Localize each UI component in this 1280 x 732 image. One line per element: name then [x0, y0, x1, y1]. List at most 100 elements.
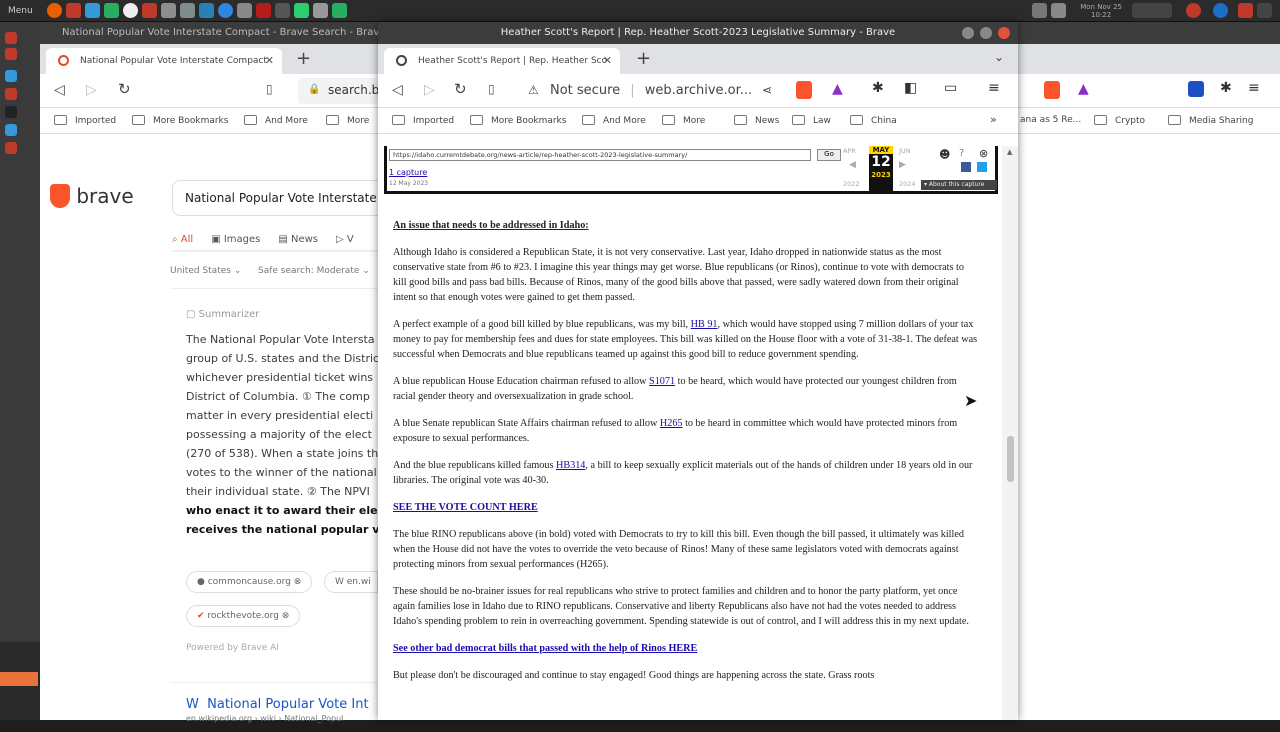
menu-icon[interactable]: ≡ [1248, 80, 1260, 96]
filter-all[interactable]: ⌕ All [172, 234, 193, 245]
address-bar[interactable]: 🔒 search.b [298, 78, 379, 104]
bookmark-folder[interactable]: More Bookmarks [470, 115, 566, 126]
result-title[interactable]: W National Popular Vote Int [170, 683, 378, 712]
captures-link[interactable]: 1 capture [389, 168, 427, 177]
wayback-go-button[interactable]: Go [817, 149, 841, 161]
app-icon[interactable] [160, 3, 176, 18]
minimize-button[interactable] [962, 27, 974, 39]
search-result[interactable]: W National Popular Vote Int en.wikipedia… [170, 682, 378, 732]
bookmark-folder[interactable]: Imported [392, 115, 454, 126]
settings-icon[interactable] [103, 3, 119, 18]
spreadsheet-icon[interactable] [293, 3, 309, 18]
page-scrollbar[interactable]: ▲ [1002, 146, 1018, 720]
bookmark-folder[interactable]: And More [582, 115, 646, 126]
dock-app-icon[interactable] [5, 70, 17, 82]
close-tab-icon[interactable]: ✕ [265, 54, 274, 67]
bookmark-icon[interactable]: ▯ [488, 82, 495, 96]
month-next[interactable]: JUN [899, 147, 911, 155]
firefox-icon[interactable] [46, 3, 62, 18]
user-icon[interactable]: ☻ [939, 148, 950, 161]
prev-capture-icon[interactable]: ◀ [849, 160, 856, 170]
app-icon[interactable] [1238, 3, 1253, 18]
bookmark-folder[interactable]: Media Sharing [1168, 115, 1253, 126]
maximize-button[interactable] [980, 27, 992, 39]
dock-app-icon[interactable] [5, 124, 17, 136]
forward-icon[interactable]: ▷ [424, 82, 435, 98]
extensions-icon[interactable]: ✱ [872, 80, 884, 96]
about-capture-button[interactable]: ▾ About this capture [921, 180, 997, 190]
tab-search[interactable]: National Popular Vote Interstate Compact… [46, 48, 282, 74]
tray-icon[interactable] [1032, 3, 1048, 18]
vote-count-link[interactable]: SEE THE VOTE COUNT HERE [393, 502, 538, 513]
new-tab-icon[interactable]: + [296, 48, 311, 69]
brave-shield-icon[interactable] [796, 81, 812, 99]
menu-icon[interactable]: ≡ [988, 80, 1000, 96]
new-tab-icon[interactable]: + [636, 48, 651, 69]
year-prev[interactable]: 2022 [843, 180, 860, 188]
help-icon[interactable]: ? [959, 148, 964, 159]
back-icon[interactable]: ◁ [392, 82, 403, 98]
region-select[interactable]: United States ⌄ [170, 266, 241, 276]
dock-app-icon[interactable] [5, 106, 17, 118]
year-next[interactable]: 2024 [899, 180, 916, 188]
files-icon[interactable] [84, 3, 100, 18]
bookmark-folder[interactable]: And More [244, 115, 308, 126]
github-icon[interactable] [122, 3, 138, 18]
app-icon[interactable] [274, 3, 290, 18]
more-bookmarks-icon[interactable]: » [990, 113, 997, 126]
rewards-icon[interactable]: ▲ [1078, 81, 1089, 97]
bill-link-s1071[interactable]: S1071 [649, 376, 675, 387]
wallet-icon[interactable]: ▭ [944, 80, 957, 96]
bookmark-item[interactable]: ana as 5 Re... [1020, 115, 1081, 125]
scrollbar-thumb[interactable] [1007, 436, 1014, 482]
bookmark-folder[interactable]: Crypto [1094, 115, 1145, 126]
app-icon[interactable] [312, 3, 328, 18]
next-capture-icon[interactable]: ▶ [899, 160, 906, 170]
close-tab-icon[interactable]: ✕ [603, 54, 612, 67]
volume-icon[interactable] [1051, 3, 1067, 18]
bookmark-folder[interactable]: China [850, 115, 897, 126]
bookmark-folder[interactable]: News [734, 115, 779, 126]
brave-shield-icon[interactable] [1044, 81, 1060, 99]
dock-workspaces[interactable] [0, 642, 40, 720]
bookmark-folder[interactable]: Law [792, 115, 831, 126]
close-window-button[interactable] [998, 27, 1010, 39]
reload-icon[interactable]: ↻ [454, 80, 467, 98]
tools-icon[interactable] [179, 3, 195, 18]
source-chip[interactable]: ● commoncause.org ⊗ [186, 571, 313, 593]
scroll-up-icon[interactable]: ▲ [1007, 148, 1012, 156]
dock-app-icon[interactable] [5, 88, 17, 100]
share-icon[interactable]: ⋖ [762, 83, 772, 97]
hp-icon[interactable] [1213, 3, 1228, 18]
dock-app-icon[interactable] [5, 48, 17, 60]
month-prev[interactable]: APR [843, 147, 856, 155]
tray-icon[interactable] [1132, 3, 1172, 18]
twitter-icon[interactable] [977, 162, 987, 172]
help-icon[interactable] [217, 3, 233, 18]
filter-news[interactable]: ▤ News [278, 234, 318, 245]
extensions-icon[interactable]: ✱ [1220, 80, 1232, 96]
bad-bills-link[interactable]: See other bad democrat bills that passed… [393, 643, 697, 654]
search-input[interactable]: National Popular Vote Interstate Co [172, 180, 378, 216]
bookmark-folder[interactable]: More [662, 115, 705, 126]
wayback-url-input[interactable]: https://idaho.curremtdebate.org/news-art… [389, 149, 811, 161]
clock[interactable]: Mon Nov 25 10:22 [1080, 3, 1122, 19]
filter-images[interactable]: ▣ Images [211, 234, 260, 245]
dock-app-icon[interactable] [5, 142, 17, 154]
bookmark-folder[interactable]: More [326, 115, 369, 126]
close-toolbar-icon[interactable]: ⊗ [979, 147, 988, 160]
app-icon[interactable] [1257, 3, 1272, 18]
bill-link-hb314[interactable]: HB314 [556, 460, 585, 471]
rewards-icon[interactable]: ▲ [832, 81, 843, 97]
bookmark-folder[interactable]: Imported [54, 115, 116, 126]
source-chip[interactable]: W en.wi [324, 571, 378, 593]
app-icon[interactable] [1186, 3, 1201, 18]
dock-app-icon[interactable] [5, 32, 17, 44]
address-bar[interactable]: ⚠ Not secure | web.archive.or... ⋖ [520, 78, 786, 104]
bookmark-folder[interactable]: More Bookmarks [132, 115, 228, 126]
app-icon[interactable] [255, 3, 271, 18]
forward-icon[interactable]: ▷ [86, 82, 97, 98]
sidebar-icon[interactable]: ◧ [904, 80, 917, 96]
app-icon[interactable] [198, 3, 214, 18]
menu-button[interactable]: Menu [8, 6, 33, 16]
